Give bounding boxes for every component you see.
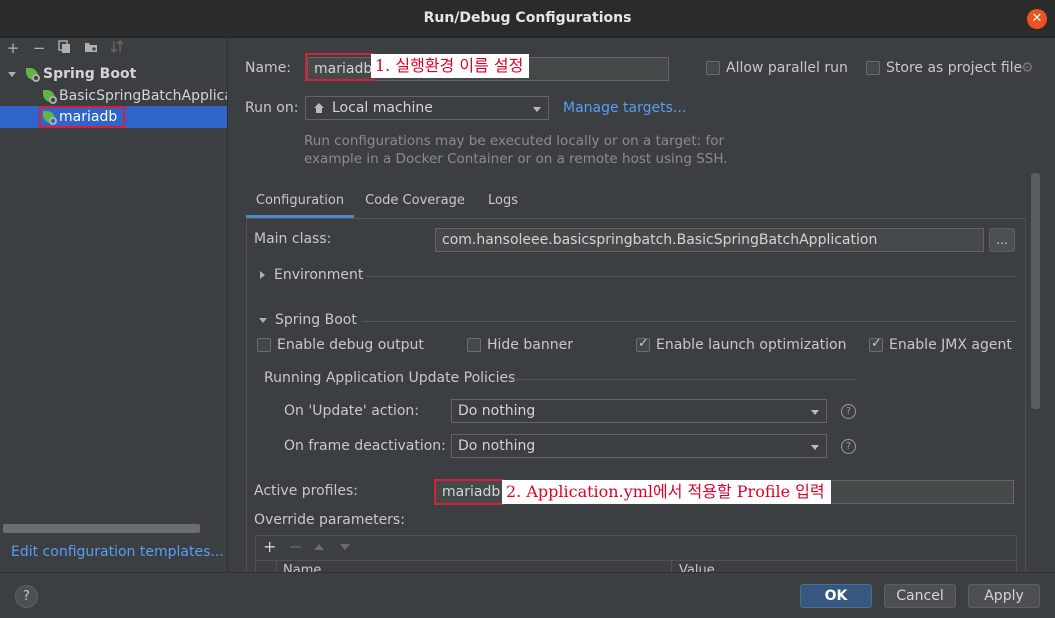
cancel-button[interactable]: Cancel [884, 584, 956, 608]
title-bar: Run/Debug Configurations ✕ [0, 0, 1055, 38]
active-profiles-label: Active profiles: [254, 483, 358, 499]
allow-parallel-label: Allow parallel run [726, 60, 848, 76]
run-on-value: Local machine [332, 100, 433, 116]
highlight-box [305, 53, 375, 81]
run-on-hint: example in a Docker Container or on a re… [304, 151, 728, 167]
help-button[interactable]: ? [15, 585, 38, 608]
annotation-1: 1. 실행환경 이름 설정 [371, 54, 530, 78]
highlight-box [39, 106, 125, 128]
debug-output-checkbox[interactable] [257, 338, 271, 352]
manage-targets-link[interactable]: Manage targets... [563, 100, 686, 116]
override-table: + − Name Value [255, 535, 1017, 572]
tree-item-label: BasicSpringBatchApplica [59, 88, 227, 104]
ok-button[interactable]: OK [800, 584, 872, 608]
column-header-value[interactable]: Value [679, 563, 715, 572]
chevron-down-icon [811, 445, 819, 450]
on-update-select[interactable]: Do nothing [451, 399, 827, 423]
annotation-2: 2. Application.yml에서 적용할 Profile 입력 [502, 480, 831, 504]
column-header-name[interactable]: Name [283, 563, 321, 572]
vertical-scrollbar[interactable] [1031, 173, 1040, 409]
home-icon [314, 103, 324, 113]
on-frame-select[interactable]: Do nothing [451, 434, 827, 458]
debug-output-label: Enable debug output [277, 337, 424, 353]
tab-code-coverage[interactable]: Code Coverage [360, 186, 470, 218]
run-on-label: Run on: [245, 100, 299, 116]
tree-group-spring-boot[interactable]: Spring Boot [0, 63, 227, 85]
run-on-select[interactable]: Local machine [305, 96, 549, 120]
jmx-agent-checkbox[interactable] [869, 336, 883, 352]
on-frame-value: Do nothing [458, 438, 536, 454]
divider [362, 321, 1016, 322]
policies-heading: Running Application Update Policies [264, 370, 516, 386]
main-class-label: Main class: [254, 231, 332, 247]
add-icon[interactable]: + [5, 40, 21, 56]
launch-optimization-checkbox[interactable] [636, 336, 650, 352]
remove-icon[interactable]: − [31, 40, 47, 56]
help-icon[interactable]: ? [841, 404, 856, 419]
name-label: Name: [245, 60, 292, 76]
spring-boot-section[interactable]: Spring Boot [275, 312, 357, 328]
sort-icon[interactable] [109, 40, 125, 56]
run-on-hint: Run configurations may be executed local… [304, 133, 725, 149]
override-label: Override parameters: [254, 512, 405, 528]
tree-item-basicspringbatch[interactable]: BasicSpringBatchApplica [0, 85, 227, 107]
chevron-down-icon [533, 107, 541, 112]
help-icon[interactable]: ? [841, 439, 856, 454]
move-down-icon[interactable] [340, 544, 350, 550]
tree-group-label: Spring Boot [43, 66, 137, 82]
environment-section[interactable]: Environment [274, 267, 363, 283]
gear-icon[interactable]: ⚙ [1021, 60, 1034, 76]
divider [512, 379, 855, 380]
apply-button[interactable]: Apply [968, 584, 1040, 608]
folder-icon[interactable] [83, 40, 99, 56]
spring-boot-icon [26, 68, 40, 82]
launch-optimization-label: Enable launch optimization [656, 337, 847, 353]
on-frame-label: On frame deactivation: [284, 438, 446, 454]
remove-icon[interactable]: − [289, 537, 302, 556]
collapse-icon[interactable] [259, 318, 267, 323]
sidebar-scrollbar[interactable] [3, 524, 200, 533]
divider [366, 276, 1016, 277]
tab-logs[interactable]: Logs [478, 186, 528, 218]
window-title: Run/Debug Configurations [423, 10, 632, 26]
move-up-icon[interactable] [314, 544, 324, 550]
chevron-down-icon [811, 410, 819, 415]
store-project-label: Store as project file [886, 60, 1023, 76]
highlight-box [434, 479, 504, 505]
collapse-icon[interactable] [8, 72, 16, 77]
copy-icon[interactable] [57, 40, 73, 56]
jmx-agent-label: Enable JMX agent [889, 337, 1012, 353]
browse-button[interactable]: ... [989, 228, 1015, 252]
spring-boot-icon [43, 90, 57, 104]
hide-banner-label: Hide banner [487, 337, 573, 353]
tab-configuration[interactable]: Configuration [246, 186, 354, 218]
close-icon[interactable]: ✕ [1027, 9, 1047, 29]
add-icon[interactable]: + [263, 537, 276, 556]
on-update-value: Do nothing [458, 403, 536, 419]
edit-templates-link[interactable]: Edit configuration templates... [11, 544, 224, 560]
main-class-field[interactable]: com.hansoleee.basicspringbatch.BasicSpri… [435, 228, 984, 252]
hide-banner-checkbox[interactable] [467, 338, 481, 352]
allow-parallel-checkbox[interactable] [706, 61, 720, 75]
expand-icon[interactable] [260, 271, 265, 279]
on-update-label: On 'Update' action: [284, 403, 420, 419]
store-project-checkbox[interactable] [866, 61, 880, 75]
sidebar-toolbar: + − [0, 38, 228, 60]
